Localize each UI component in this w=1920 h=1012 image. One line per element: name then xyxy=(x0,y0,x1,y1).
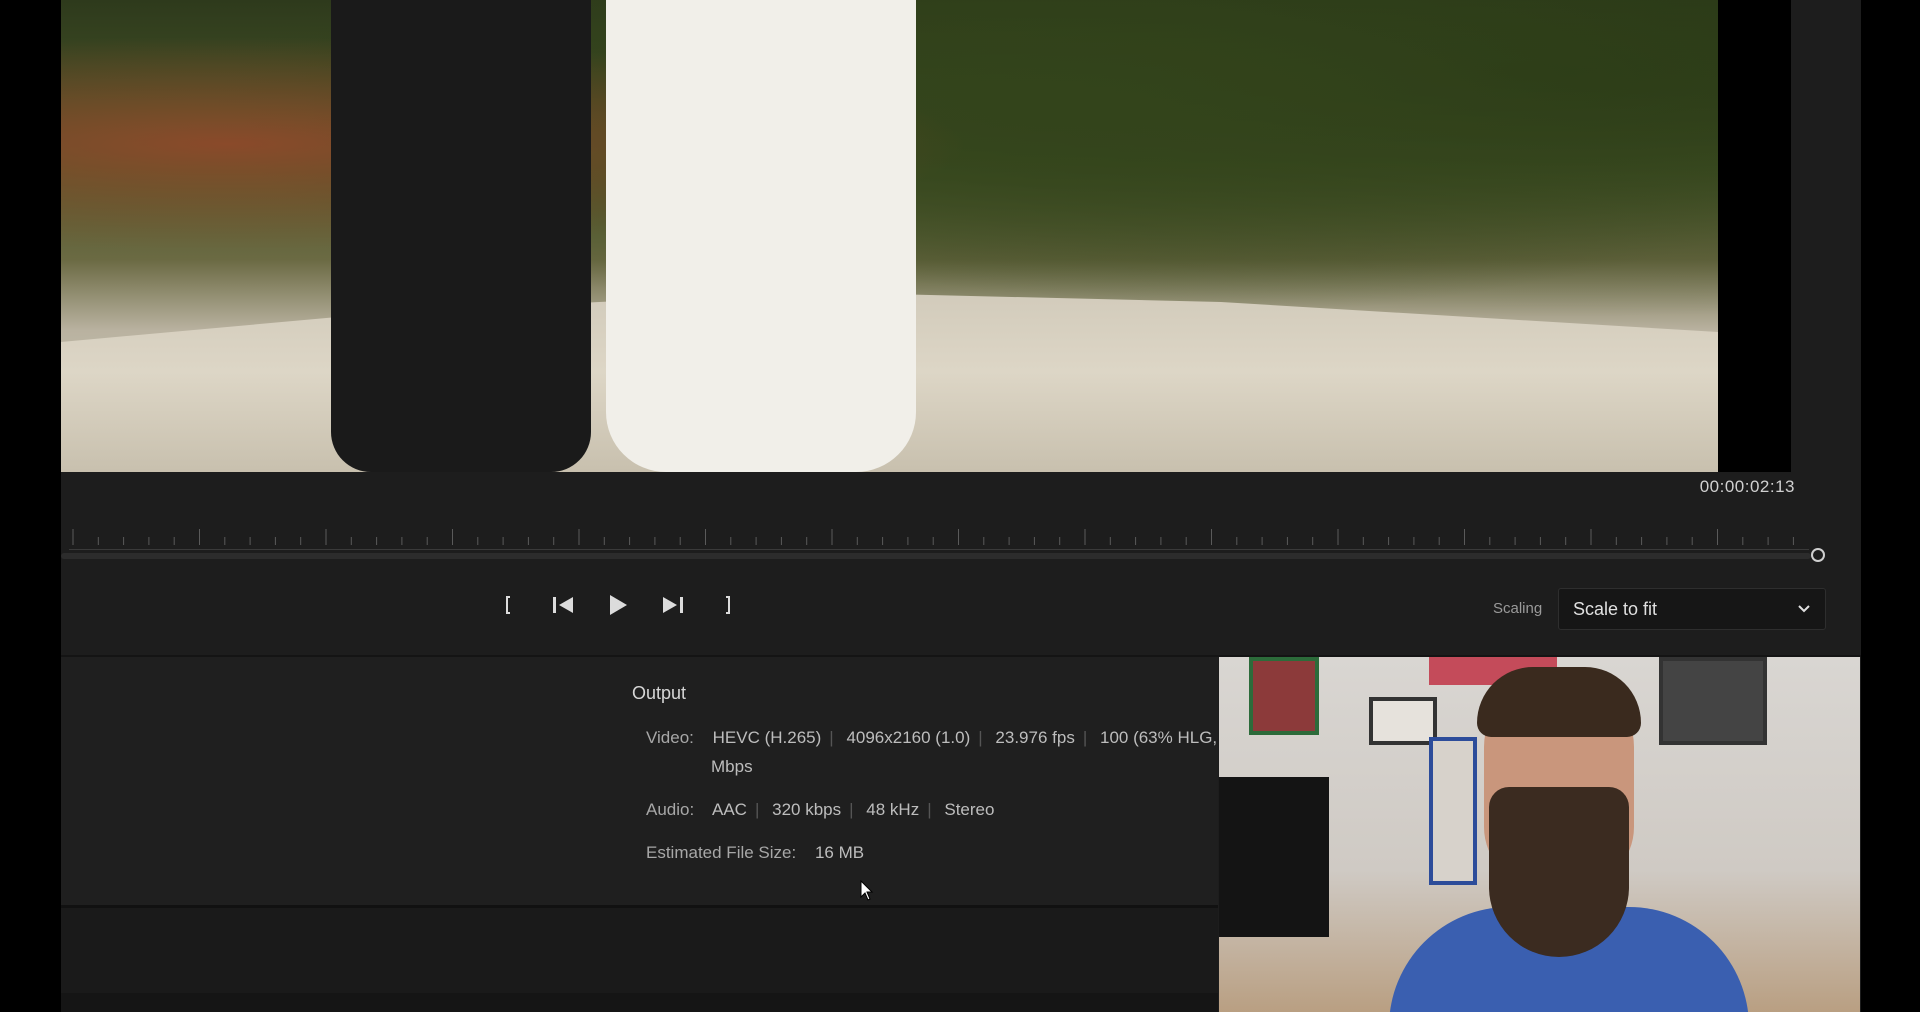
lower-panel xyxy=(61,908,1218,993)
step-back-icon xyxy=(553,597,573,613)
presenter-beard xyxy=(1489,787,1629,957)
video-row-cont: Mbps xyxy=(711,757,753,777)
mark-in-icon xyxy=(506,596,510,614)
video-label: Video: xyxy=(646,728,694,747)
video-bitrate-unit: Mbps xyxy=(711,757,753,776)
video-preview xyxy=(61,0,1718,472)
audio-sample-rate: 48 kHz xyxy=(866,800,920,819)
output-summary: Output Video: HEVC (H.265) | 4096x2160 (1… xyxy=(61,657,1218,905)
step-forward-button[interactable] xyxy=(656,590,690,620)
webcam-overlay xyxy=(1219,657,1860,1012)
audio-row: Audio: AAC | 320 kbps | 48 kHz | Stereo xyxy=(646,800,995,819)
video-codec: HEVC (H.265) xyxy=(712,728,822,747)
presenter-hair xyxy=(1477,667,1641,737)
file-size-value: 16 MB xyxy=(814,843,865,862)
room-tv xyxy=(1219,777,1329,937)
output-title: Output xyxy=(632,683,687,703)
wall-frame xyxy=(1659,657,1767,745)
audio-codec: AAC xyxy=(712,800,747,819)
preview-letterbox xyxy=(1718,0,1791,472)
wall-frame xyxy=(1429,737,1477,885)
step-forward-icon xyxy=(663,597,683,613)
audio-channels: Stereo xyxy=(944,800,995,819)
chevron-down-icon xyxy=(1798,605,1810,613)
video-row: Video: HEVC (H.265) | 4096x2160 (1.0) | 23… xyxy=(646,728,1218,748)
video-quality: 100 (63% HLG, 51% I xyxy=(1099,728,1218,747)
wall-frame xyxy=(1369,697,1437,745)
play-icon xyxy=(610,595,627,615)
video-resolution: 4096x2160 (1.0) xyxy=(846,728,971,747)
mark-out-button[interactable] xyxy=(711,590,745,620)
mouse-cursor-icon xyxy=(860,880,874,901)
scaling-dropdown[interactable]: Scale to fit xyxy=(1558,588,1826,630)
play-button[interactable] xyxy=(601,590,635,620)
mark-in-button[interactable] xyxy=(491,590,525,620)
timeline-track[interactable] xyxy=(61,553,1811,559)
wall-frame xyxy=(1249,657,1319,735)
file-size-label: Estimated File Size: xyxy=(646,843,797,862)
timeline-ruler[interactable] xyxy=(69,523,1809,550)
step-back-button[interactable] xyxy=(546,590,580,620)
scaling-label: Scaling xyxy=(1493,600,1543,617)
bottom-strip xyxy=(61,993,1218,1012)
preview-groom xyxy=(331,0,591,472)
preview-bride xyxy=(606,0,916,472)
current-timecode: 00:00:02:13 xyxy=(1699,477,1795,496)
scaling-value: Scale to fit xyxy=(1573,598,1658,619)
transport-controls: Scaling Scale to fit xyxy=(61,560,1861,655)
audio-bitrate: 320 kbps xyxy=(772,800,842,819)
audio-label: Audio: xyxy=(646,800,695,819)
mark-out-icon xyxy=(726,596,730,614)
video-fps: 23.976 fps xyxy=(995,728,1075,747)
file-size-row: Estimated File Size: 16 MB xyxy=(646,843,864,863)
